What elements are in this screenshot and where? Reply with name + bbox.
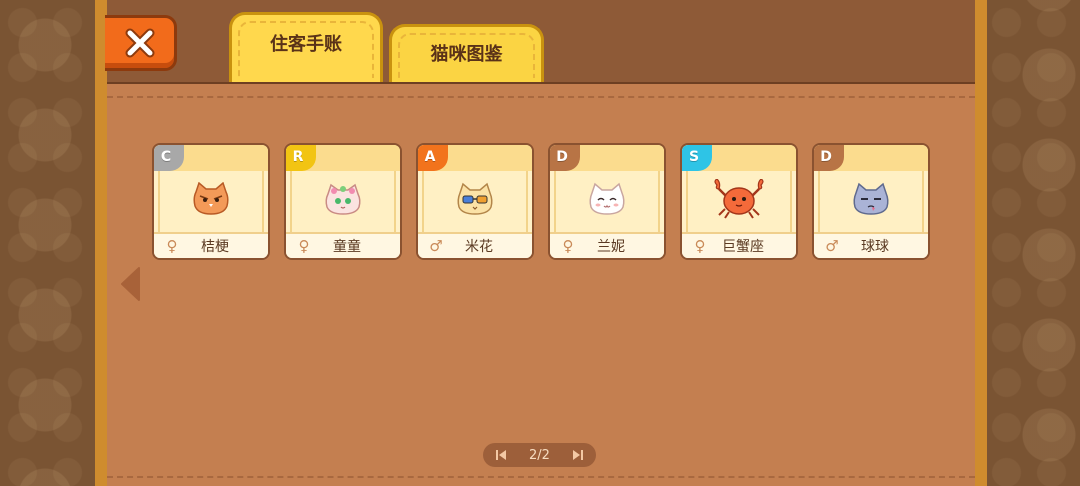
- orange-owl-cat-icon: [193, 182, 229, 215]
- gender-icon: ♂: [429, 237, 443, 255]
- cat-name: 童童: [333, 239, 361, 255]
- rarity-badge: S: [682, 145, 712, 171]
- gender-icon: ♀: [562, 237, 574, 255]
- cat-card[interactable]: D ♂ 球球: [812, 143, 930, 260]
- right-wall-pattern: [984, 0, 1080, 486]
- tab-cat-encyclopedia[interactable]: 猫咪图鉴: [389, 24, 544, 82]
- gender-icon: ♀: [694, 237, 706, 255]
- cat-card-list: C ♀ 桔梗 R ♀ 童童 A ♂ 米花 D ♀ 兰妮 S ♀ 巨蟹座 D ♂ …: [152, 143, 930, 260]
- tab-guest-handbook[interactable]: 住客手账: [229, 12, 383, 82]
- pager: 2/2: [483, 443, 596, 467]
- cat-card[interactable]: C ♀ 桔梗: [152, 143, 270, 260]
- tab-label: 猫咪图鉴: [430, 43, 503, 65]
- skip-forward-icon: [572, 450, 583, 460]
- rarity-badge: D: [814, 145, 844, 171]
- cat-name: 球球: [861, 239, 889, 255]
- tab-label: 住客手账: [270, 33, 342, 55]
- crab-cat-icon: [714, 179, 764, 219]
- sunglasses-cat-icon: [457, 182, 493, 215]
- cat-card[interactable]: S ♀ 巨蟹座: [680, 143, 798, 260]
- cat-card[interactable]: D ♀ 兰妮: [548, 143, 666, 260]
- rarity-badge: A: [418, 145, 448, 171]
- gender-icon: ♀: [166, 237, 178, 255]
- left-wall-pattern: [0, 0, 97, 486]
- gender-icon: ♀: [298, 237, 310, 255]
- last-page-button[interactable]: [572, 449, 584, 461]
- cat-name: 兰妮: [597, 239, 625, 255]
- cat-name: 巨蟹座: [722, 239, 764, 255]
- cat-card[interactable]: R ♀ 童童: [284, 143, 402, 260]
- gender-icon: ♂: [825, 237, 839, 255]
- page-indicator: 2/2: [529, 447, 550, 463]
- close-button[interactable]: [105, 15, 177, 71]
- cat-name: 桔梗: [201, 239, 229, 255]
- close-icon: [125, 28, 154, 58]
- flower-crown-cat-icon: [325, 183, 361, 215]
- rarity-badge: R: [286, 145, 316, 171]
- rarity-badge: D: [550, 145, 580, 171]
- grey-cat-icon: [853, 182, 889, 215]
- cat-card[interactable]: A ♂ 米花: [416, 143, 534, 260]
- previous-page-arrow-icon[interactable]: [119, 266, 141, 302]
- cat-name: 米花: [465, 239, 493, 255]
- first-page-button[interactable]: [495, 449, 507, 461]
- rarity-badge: C: [154, 145, 184, 171]
- white-cat-icon: [589, 182, 625, 215]
- skip-back-icon: [496, 450, 506, 460]
